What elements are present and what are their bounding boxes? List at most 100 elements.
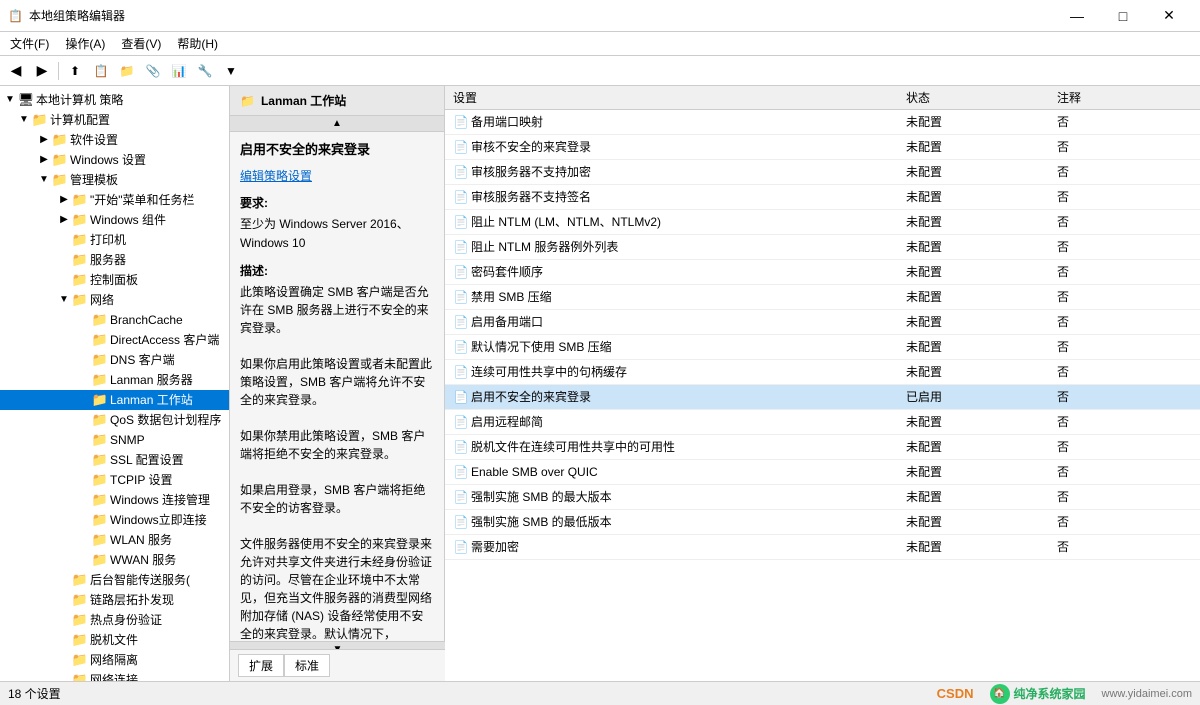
tree-icon-hs: 📁 — [72, 613, 88, 627]
tree-lanman-workstation[interactable]: 📁 Lanman 工作站 — [0, 390, 229, 410]
table-row[interactable]: 📄审核服务器不支持签名 未配置 否 — [445, 185, 1200, 210]
tree-icon-ni: 📁 — [72, 653, 88, 667]
tree-software-settings[interactable]: ▶ 📁 软件设置 — [0, 130, 229, 150]
tree-offline-files[interactable]: 📁 脱机文件 — [0, 630, 229, 650]
setting-status: 未配置 — [898, 485, 1049, 510]
menu-help[interactable]: 帮助(H) — [171, 33, 224, 54]
table-row[interactable]: 📄审核不安全的来宾登录 未配置 否 — [445, 135, 1200, 160]
menu-bar: 文件(F) 操作(A) 查看(V) 帮助(H) — [0, 32, 1200, 56]
setting-status: 已启用 — [898, 385, 1049, 410]
tree-bits[interactable]: 📁 后台智能传送服务( — [0, 570, 229, 590]
tree-computer-config[interactable]: ▼ 📁 计算机配置 — [0, 110, 229, 130]
table-row[interactable]: 📄脱机文件在连续可用性共享中的可用性 未配置 否 — [445, 435, 1200, 460]
tree-branchcache[interactable]: 📁 BranchCache — [0, 310, 229, 330]
tree-win-instant-connect[interactable]: 📁 Windows立即连接 — [0, 510, 229, 530]
close-button[interactable]: ✕ — [1146, 0, 1192, 32]
setting-status: 未配置 — [898, 460, 1049, 485]
setting-name: 📄连续可用性共享中的句柄缓存 — [445, 360, 898, 385]
setting-status: 未配置 — [898, 410, 1049, 435]
tree-tcpip[interactable]: 📁 TCPIP 设置 — [0, 470, 229, 490]
setting-note: 否 — [1049, 310, 1200, 335]
table-row[interactable]: 📄连续可用性共享中的句柄缓存 未配置 否 — [445, 360, 1200, 385]
tab-extended[interactable]: 扩展 — [238, 654, 284, 677]
tree-icon-srv: 📁 — [72, 253, 88, 267]
tree-admin-templates[interactable]: ▼ 📁 管理模板 — [0, 170, 229, 190]
tree-root[interactable]: ▼ 🖥 本地计算机 策略 — [0, 90, 229, 110]
tree-label-wlan: WLAN 服务 — [110, 531, 172, 549]
toolbar-btn-link[interactable]: 📎 — [141, 59, 165, 83]
setting-note: 否 — [1049, 185, 1200, 210]
tree-win-connection-mgr[interactable]: 📁 Windows 连接管理 — [0, 490, 229, 510]
tree-ssl[interactable]: 📁 SSL 配置设置 — [0, 450, 229, 470]
setting-name: 📄阻止 NTLM (LM、NTLM、NTLMv2) — [445, 210, 898, 235]
tree-printer[interactable]: 📁 打印机 — [0, 230, 229, 250]
tree-toggle-lltd — [56, 591, 72, 609]
toolbar-btn-chart[interactable]: 📊 — [167, 59, 191, 83]
tree-wlan[interactable]: 📁 WLAN 服务 — [0, 530, 229, 550]
menu-file[interactable]: 文件(F) — [4, 33, 55, 54]
tree-qos[interactable]: 📁 QoS 数据包计划程序 — [0, 410, 229, 430]
tree-lltd[interactable]: 📁 链路层拓扑发现 — [0, 590, 229, 610]
table-row[interactable]: 📄阻止 NTLM (LM、NTLM、NTLMv2) 未配置 否 — [445, 210, 1200, 235]
toolbar-btn-folder[interactable]: 📁 — [115, 59, 139, 83]
setting-icon: 📄 — [453, 190, 469, 204]
tree-panel[interactable]: ▼ 🖥 本地计算机 策略 ▼ 📁 计算机配置 ▶ 📁 软件设置 ▶ 📁 Wind… — [0, 86, 230, 681]
table-row[interactable]: 📄强制实施 SMB 的最低版本 未配置 否 — [445, 510, 1200, 535]
table-row[interactable]: 📄禁用 SMB 压缩 未配置 否 — [445, 285, 1200, 310]
policy-link[interactable]: 编辑策略设置 — [240, 169, 312, 183]
menu-action[interactable]: 操作(A) — [59, 33, 111, 54]
minimize-button[interactable]: — — [1054, 0, 1100, 32]
toolbar-btn-settings[interactable]: 🔧 — [193, 59, 217, 83]
tree-win-settings[interactable]: ▶ 📁 Windows 设置 — [0, 150, 229, 170]
tab-standard[interactable]: 标准 — [284, 654, 330, 677]
table-row[interactable]: 📄需要加密 未配置 否 — [445, 535, 1200, 560]
col-status: 状态 — [898, 86, 1049, 110]
tree-label-lw: Lanman 工作站 — [110, 391, 193, 409]
tree-net-connection[interactable]: 📁 网络连接 — [0, 670, 229, 681]
tree-snmp[interactable]: 📁 SNMP — [0, 430, 229, 450]
tree-wwan[interactable]: 📁 WWAN 服务 — [0, 550, 229, 570]
toolbar-btn-show[interactable]: ⬆ — [63, 59, 87, 83]
tree-toggle-pr — [56, 231, 72, 249]
tree-directaccess[interactable]: 📁 DirectAccess 客户端 — [0, 330, 229, 350]
tree-toggle-srv — [56, 251, 72, 269]
maximize-button[interactable]: □ — [1100, 0, 1146, 32]
table-row[interactable]: 📄启用远程邮简 未配置 否 — [445, 410, 1200, 435]
table-row[interactable]: 📄启用备用端口 未配置 否 — [445, 310, 1200, 335]
tree-lanman-server[interactable]: 📁 Lanman 服务器 — [0, 370, 229, 390]
table-row[interactable]: 📄强制实施 SMB 的最大版本 未配置 否 — [445, 485, 1200, 510]
tree-control-panel[interactable]: 📁 控制面板 — [0, 270, 229, 290]
table-row[interactable]: 📄Enable SMB over QUIC 未配置 否 — [445, 460, 1200, 485]
table-row[interactable]: 📄审核服务器不支持加密 未配置 否 — [445, 160, 1200, 185]
watermark-csdn: CSDN — [937, 686, 974, 701]
toolbar-btn-export[interactable]: 📋 — [89, 59, 113, 83]
table-row[interactable]: 📄密码套件顺序 未配置 否 — [445, 260, 1200, 285]
tree-toggle-root: ▼ — [2, 91, 18, 109]
title-bar-controls: — □ ✕ — [1054, 0, 1192, 32]
menu-view[interactable]: 查看(V) — [115, 33, 167, 54]
tree-server[interactable]: 📁 服务器 — [0, 250, 229, 270]
tree-icon-wc: 📁 — [72, 213, 88, 227]
setting-status: 未配置 — [898, 160, 1049, 185]
tree-network[interactable]: ▼ 📁 网络 — [0, 290, 229, 310]
tree-dns-client[interactable]: 📁 DNS 客户端 — [0, 350, 229, 370]
scroll-up-arrow[interactable]: ▲ — [332, 118, 342, 129]
tree-label-ls: Lanman 服务器 — [110, 371, 193, 389]
tree-icon-snmp: 📁 — [92, 433, 108, 447]
tree-start-menu[interactable]: ▶ 📁 "开始"菜单和任务栏 — [0, 190, 229, 210]
setting-status: 未配置 — [898, 360, 1049, 385]
table-row[interactable]: 📄备用端口映射 未配置 否 — [445, 110, 1200, 135]
setting-note: 否 — [1049, 360, 1200, 385]
tree-hotspot[interactable]: 📁 热点身份验证 — [0, 610, 229, 630]
setting-name: 📄强制实施 SMB 的最低版本 — [445, 510, 898, 535]
tree-label-hs: 热点身份验证 — [90, 611, 162, 629]
toolbar-btn-filter[interactable]: ▼ — [219, 59, 243, 83]
toolbar-forward[interactable]: ▶ — [30, 59, 54, 83]
table-row[interactable]: 📄阻止 NTLM 服务器例外列表 未配置 否 — [445, 235, 1200, 260]
table-row[interactable]: 📄默认情况下使用 SMB 压缩 未配置 否 — [445, 335, 1200, 360]
tree-win-components[interactable]: ▶ 📁 Windows 组件 — [0, 210, 229, 230]
app-icon: 📋 — [8, 9, 23, 23]
tree-net-isolation[interactable]: 📁 网络隔离 — [0, 650, 229, 670]
table-row[interactable]: 📄启用不安全的来宾登录 已启用 否 — [445, 385, 1200, 410]
toolbar-back[interactable]: ◀ — [4, 59, 28, 83]
